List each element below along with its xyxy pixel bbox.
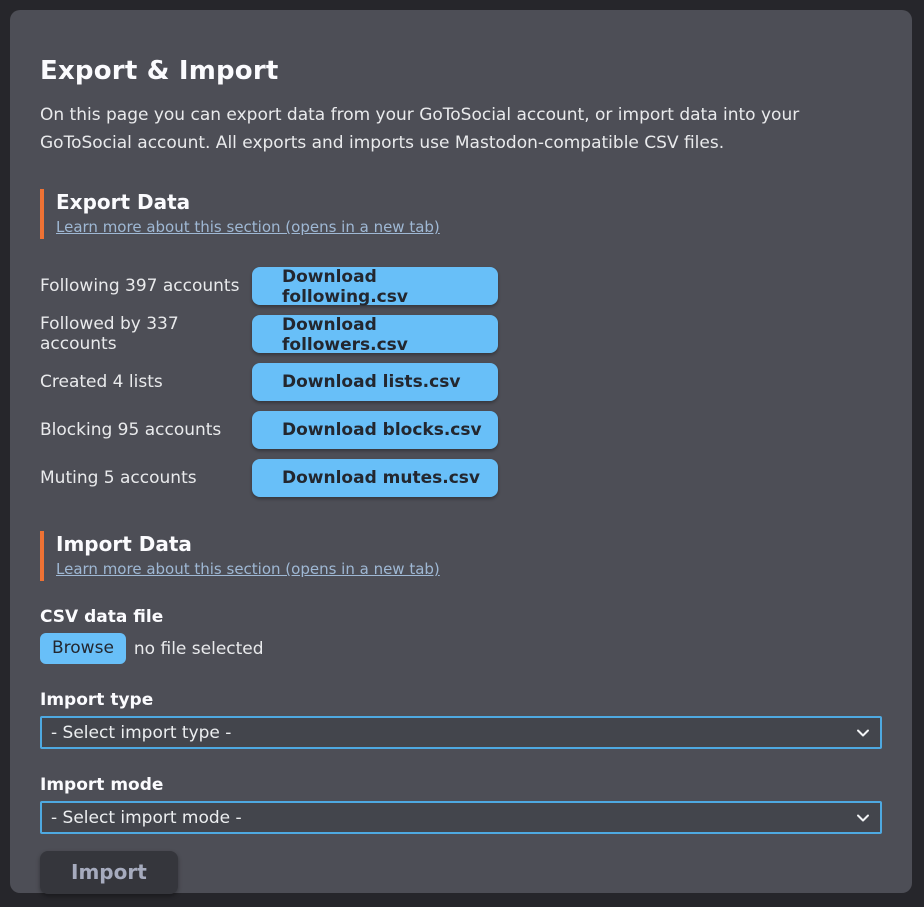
- export-row-label: Followed by 337 accounts: [40, 314, 252, 354]
- export-row-label: Following 397 accounts: [40, 276, 252, 296]
- export-row-mutes: Muting 5 accounts Download mutes.csv: [40, 459, 882, 497]
- import-mode-select[interactable]: - Select import mode -: [40, 801, 882, 834]
- import-type-select[interactable]: - Select import type -: [40, 716, 882, 749]
- export-row-followers: Followed by 337 accounts Download follow…: [40, 315, 882, 353]
- import-type-select-wrap: - Select import type -: [40, 716, 882, 749]
- page-description: On this page you can export data from yo…: [40, 102, 882, 157]
- export-section-header: Export Data Learn more about this sectio…: [40, 189, 882, 239]
- page-title: Export & Import: [40, 56, 882, 86]
- csv-file-label: CSV data file: [40, 607, 882, 627]
- export-row-label: Muting 5 accounts: [40, 468, 252, 488]
- import-section-header: Import Data Learn more about this sectio…: [40, 531, 882, 581]
- export-row-label: Created 4 lists: [40, 372, 252, 392]
- export-heading: Export Data: [56, 190, 882, 214]
- csv-file-input: Browse no file selected: [40, 633, 882, 664]
- import-submit-button[interactable]: Import: [40, 851, 178, 894]
- import-type-label: Import type: [40, 690, 882, 710]
- export-row-lists: Created 4 lists Download lists.csv: [40, 363, 882, 401]
- export-row-label: Blocking 95 accounts: [40, 420, 252, 440]
- browse-button[interactable]: Browse: [40, 633, 126, 664]
- export-rows: Following 397 accounts Download followin…: [40, 267, 882, 497]
- import-learn-more-link[interactable]: Learn more about this section (opens in …: [56, 560, 440, 578]
- download-blocks-button[interactable]: Download blocks.csv: [252, 411, 498, 449]
- import-mode-label: Import mode: [40, 775, 882, 795]
- download-following-button[interactable]: Download following.csv: [252, 267, 498, 305]
- import-section: Import Data Learn more about this sectio…: [40, 531, 882, 894]
- download-lists-button[interactable]: Download lists.csv: [252, 363, 498, 401]
- settings-panel: Export & Import On this page you can exp…: [10, 10, 912, 893]
- export-learn-more-link[interactable]: Learn more about this section (opens in …: [56, 218, 440, 236]
- download-followers-button[interactable]: Download followers.csv: [252, 315, 498, 353]
- file-status-text: no file selected: [134, 639, 264, 659]
- export-row-blocks: Blocking 95 accounts Download blocks.csv: [40, 411, 882, 449]
- import-heading: Import Data: [56, 532, 882, 556]
- export-section: Export Data Learn more about this sectio…: [40, 189, 882, 497]
- download-mutes-button[interactable]: Download mutes.csv: [252, 459, 498, 497]
- export-row-following: Following 397 accounts Download followin…: [40, 267, 882, 305]
- import-mode-select-wrap: - Select import mode -: [40, 801, 882, 834]
